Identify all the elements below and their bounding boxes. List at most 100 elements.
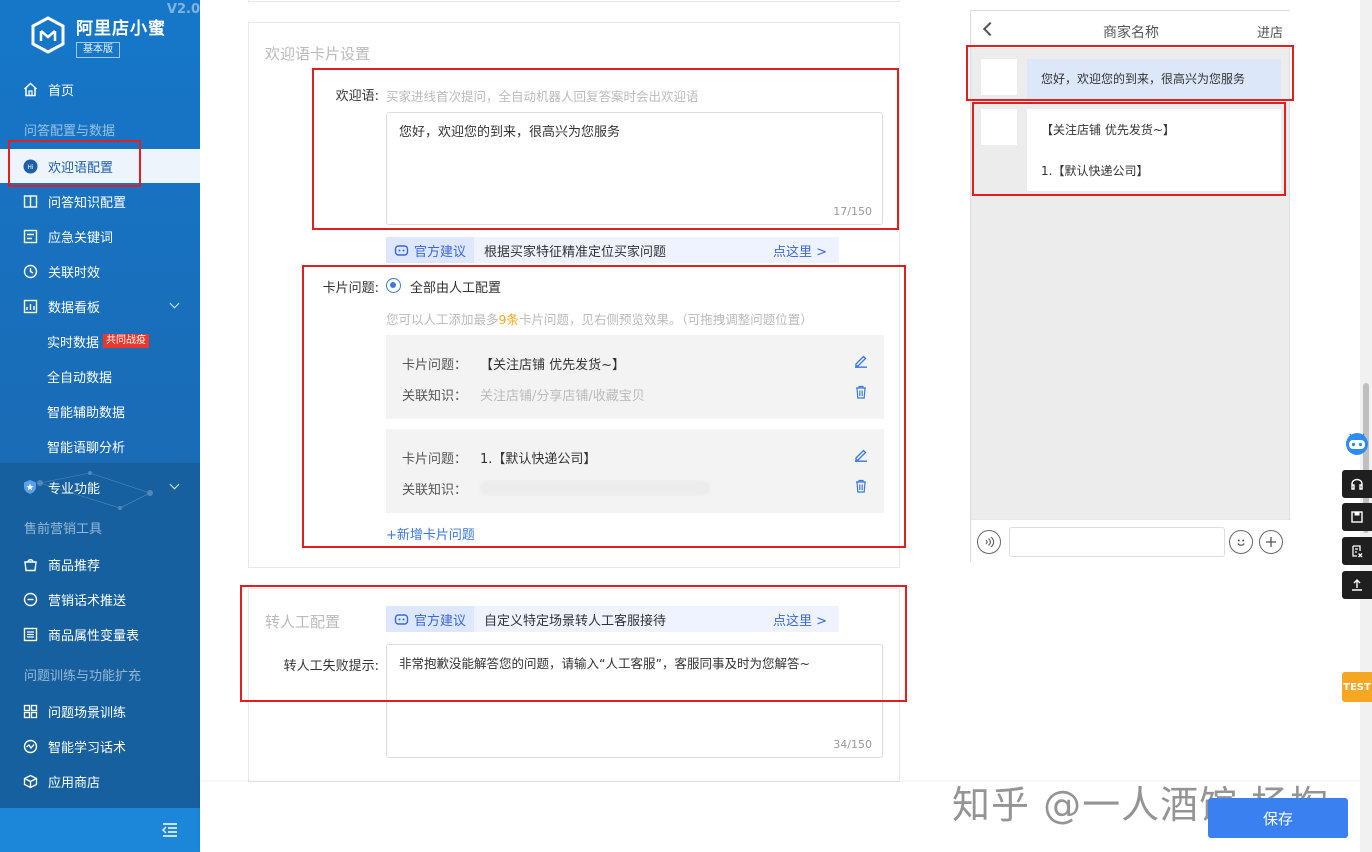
suggestion-badge: 官方建议 <box>386 606 475 632</box>
preview-card-bubble: 【关注店铺 优先发货~】 1.【默认快递公司】 <box>1027 109 1281 191</box>
preview-question-2[interactable]: 1.【默认快递公司】 <box>1041 162 1148 179</box>
welcome-text: 您好，欢迎您的到来，很高兴为您服务 <box>399 125 621 140</box>
sidebar-item-dashboard[interactable]: 数据看板 <box>0 289 200 323</box>
sidebar-item-label: 欢迎语配置 <box>48 160 114 176</box>
chevron-down-icon <box>169 298 180 309</box>
sidebar-item-pro[interactable]: 专业功能 <box>0 470 200 504</box>
sidebar-item-attribute-table[interactable]: 商品属性变量表 <box>0 617 200 651</box>
doc-edit-icon[interactable] <box>1342 537 1372 565</box>
welcome-textarea[interactable]: 您好，欢迎您的到来，很高兴为您服务 17/150 <box>386 112 883 225</box>
official-suggestion-bar[interactable]: 官方建议 根据买家特征精准定位买家问题 点这里 > <box>386 237 839 263</box>
nav-group-qa: 问答配置与数据 <box>24 124 116 139</box>
sidebar-item-marketing-push[interactable]: 营销话术推送 <box>0 582 200 616</box>
test-badge[interactable]: TEST <box>1342 672 1372 702</box>
trash-icon[interactable] <box>854 385 868 399</box>
hint-prefix: 您可以人工添加最多 <box>386 312 499 327</box>
plus-icon[interactable] <box>1259 530 1283 554</box>
sidebar-item-label: 关联时效 <box>48 265 101 281</box>
sidebar-item-label: 营销话术推送 <box>48 593 127 609</box>
voice-icon[interactable] <box>977 530 1001 554</box>
sidebar-item-label: 专业功能 <box>48 481 101 497</box>
app-logo[interactable]: 阿里店小蜜 基本版 V2.0 <box>30 2 200 62</box>
keyword-icon <box>22 228 38 244</box>
welcome-label: 欢迎语: <box>335 89 379 104</box>
suggestion-link[interactable]: 点这里 > <box>773 610 839 629</box>
sidebar-item-smart-learning[interactable]: 智能学习话术 <box>0 729 200 763</box>
upload-icon[interactable] <box>1342 571 1372 599</box>
training-icon <box>22 703 38 719</box>
knowledge-value: 关注店铺/分享店铺/收藏宝贝 <box>480 389 645 404</box>
card-question-item[interactable]: 卡片问题： 1.【默认快递公司】 关联知识： <box>386 429 884 513</box>
box-icon <box>22 773 38 789</box>
radio-manual-label[interactable]: 全部由人工配置 <box>410 277 501 296</box>
sidebar-item-label: 智能学习话术 <box>48 740 127 756</box>
trash-icon[interactable] <box>854 479 868 493</box>
save-button[interactable]: 保存 <box>1208 798 1348 838</box>
sidebar-item-label: 问题场景训练 <box>48 705 127 721</box>
question-field-label: 卡片问题： <box>402 358 468 373</box>
sidebar: 阿里店小蜜 基本版 V2.0 首页 问答配置与数据 Hi 欢迎语配置 问答知识配… <box>0 0 200 852</box>
question-value: 1.【默认快递公司】 <box>480 452 597 467</box>
sidebar-subitem-auto[interactable]: 全自动数据 <box>0 359 200 393</box>
hint-suffix: 卡片问题，见右侧预览效果。（可拖拽调整问题位置） <box>518 312 813 327</box>
sidebar-item-welcome[interactable]: Hi 欢迎语配置 <box>0 149 200 183</box>
preview-welcome-bubble: 您好，欢迎您的到来，很高兴为您服务 <box>1027 59 1281 99</box>
edit-icon[interactable] <box>854 354 868 368</box>
sidebar-subitem-assist[interactable]: 智能辅助数据 <box>0 394 200 428</box>
sidebar-subitem-chat-analysis[interactable]: 智能语聊分析 <box>0 429 200 463</box>
mobile-preview: 商家名称 进店 您好，欢迎您的到来，很高兴为您服务 【关注店铺 优先发货~】 1… <box>970 10 1291 563</box>
dashboard-icon <box>22 298 38 314</box>
sidebar-item-label: 数据看板 <box>48 300 101 316</box>
preview-question-1[interactable]: 【关注店铺 优先发货~】 <box>1041 121 1175 138</box>
suggestion-link[interactable]: 点这里 > <box>773 241 839 260</box>
char-counter: 17/150 <box>833 205 872 218</box>
avatar <box>981 109 1017 145</box>
knowledge-field-label: 关联知识： <box>402 483 468 498</box>
collapse-sidebar-button[interactable] <box>0 808 200 852</box>
emoji-icon[interactable] <box>1229 530 1253 554</box>
edit-icon[interactable] <box>854 448 868 462</box>
robot-icon <box>394 613 409 625</box>
sidebar-item-qa-knowledge[interactable]: 问答知识配置 <box>0 184 200 218</box>
sidebar-item-timing[interactable]: 关联时效 <box>0 254 200 288</box>
transfer-card-section: 转人工配置 官方建议 自定义特定场景转人工客服接待 点这里 > 转人工失败提示:… <box>248 588 900 782</box>
section-title-welcome: 欢迎语卡片设置 <box>265 45 371 63</box>
promo-tag: 共同战疫 <box>103 334 150 348</box>
add-card-question-link[interactable]: +新增卡片问题 <box>386 524 475 543</box>
version-label: V2.0 <box>166 2 200 17</box>
sidebar-item-label: 智能辅助数据 <box>47 405 126 421</box>
scrollbar[interactable] <box>1360 0 1372 852</box>
sidebar-item-home[interactable]: 首页 <box>0 72 200 106</box>
card-question-item[interactable]: 卡片问题： 【关注店铺 优先发货~】 关联知识： 关注店铺/分享店铺/收藏宝贝 <box>386 335 884 419</box>
headset-icon[interactable] <box>1342 470 1372 498</box>
learning-icon <box>22 738 38 754</box>
knowledge-field-label: 关联知识： <box>402 389 468 404</box>
preview-message-input[interactable] <box>1009 527 1225 557</box>
sidebar-item-label: 商品推荐 <box>48 558 101 574</box>
official-suggestion-bar[interactable]: 官方建议 自定义特定场景转人工客服接待 点这里 > <box>386 606 839 632</box>
preview-enter-shop[interactable]: 进店 <box>1257 22 1283 41</box>
suggestion-desc: 自定义特定场景转人工客服接待 <box>484 613 667 629</box>
sidebar-item-label: 商品属性变量表 <box>48 628 140 644</box>
clock-icon <box>22 263 38 279</box>
welcome-hint: 买家进线首次提问，全自动机器人回复答案时会出欢迎语 <box>386 89 699 104</box>
sidebar-item-product-recommend[interactable]: 商品推荐 <box>0 547 200 581</box>
radio-manual[interactable] <box>386 278 401 293</box>
char-counter: 34/150 <box>833 738 872 751</box>
message-icon <box>22 591 38 607</box>
save-icon[interactable] <box>1342 503 1372 531</box>
blurred-knowledge-value <box>480 481 710 495</box>
sidebar-item-app-store[interactable]: 应用商店 <box>0 764 200 798</box>
preview-shop-name: 商家名称 <box>1103 25 1159 41</box>
sidebar-item-label: 首页 <box>48 83 75 99</box>
suggestion-badge-label: 官方建议 <box>414 244 467 260</box>
preview-input-bar <box>971 519 1291 563</box>
hi-icon: Hi <box>22 158 38 174</box>
transfer-fail-textarea[interactable]: 非常抱歉没能解答您的问题，请输入“人工客服”，客服同事及时为您解答~ 34/15… <box>386 644 883 758</box>
table-icon <box>22 626 38 642</box>
sidebar-item-scene-training[interactable]: 问题场景训练 <box>0 694 200 728</box>
preview-header: 商家名称 进店 <box>971 11 1291 49</box>
sidebar-subitem-realtime[interactable]: 实时数据 共同战疫 <box>0 324 200 358</box>
assistant-robot-icon[interactable] <box>1342 428 1372 462</box>
sidebar-item-emergency[interactable]: 应急关键词 <box>0 219 200 253</box>
